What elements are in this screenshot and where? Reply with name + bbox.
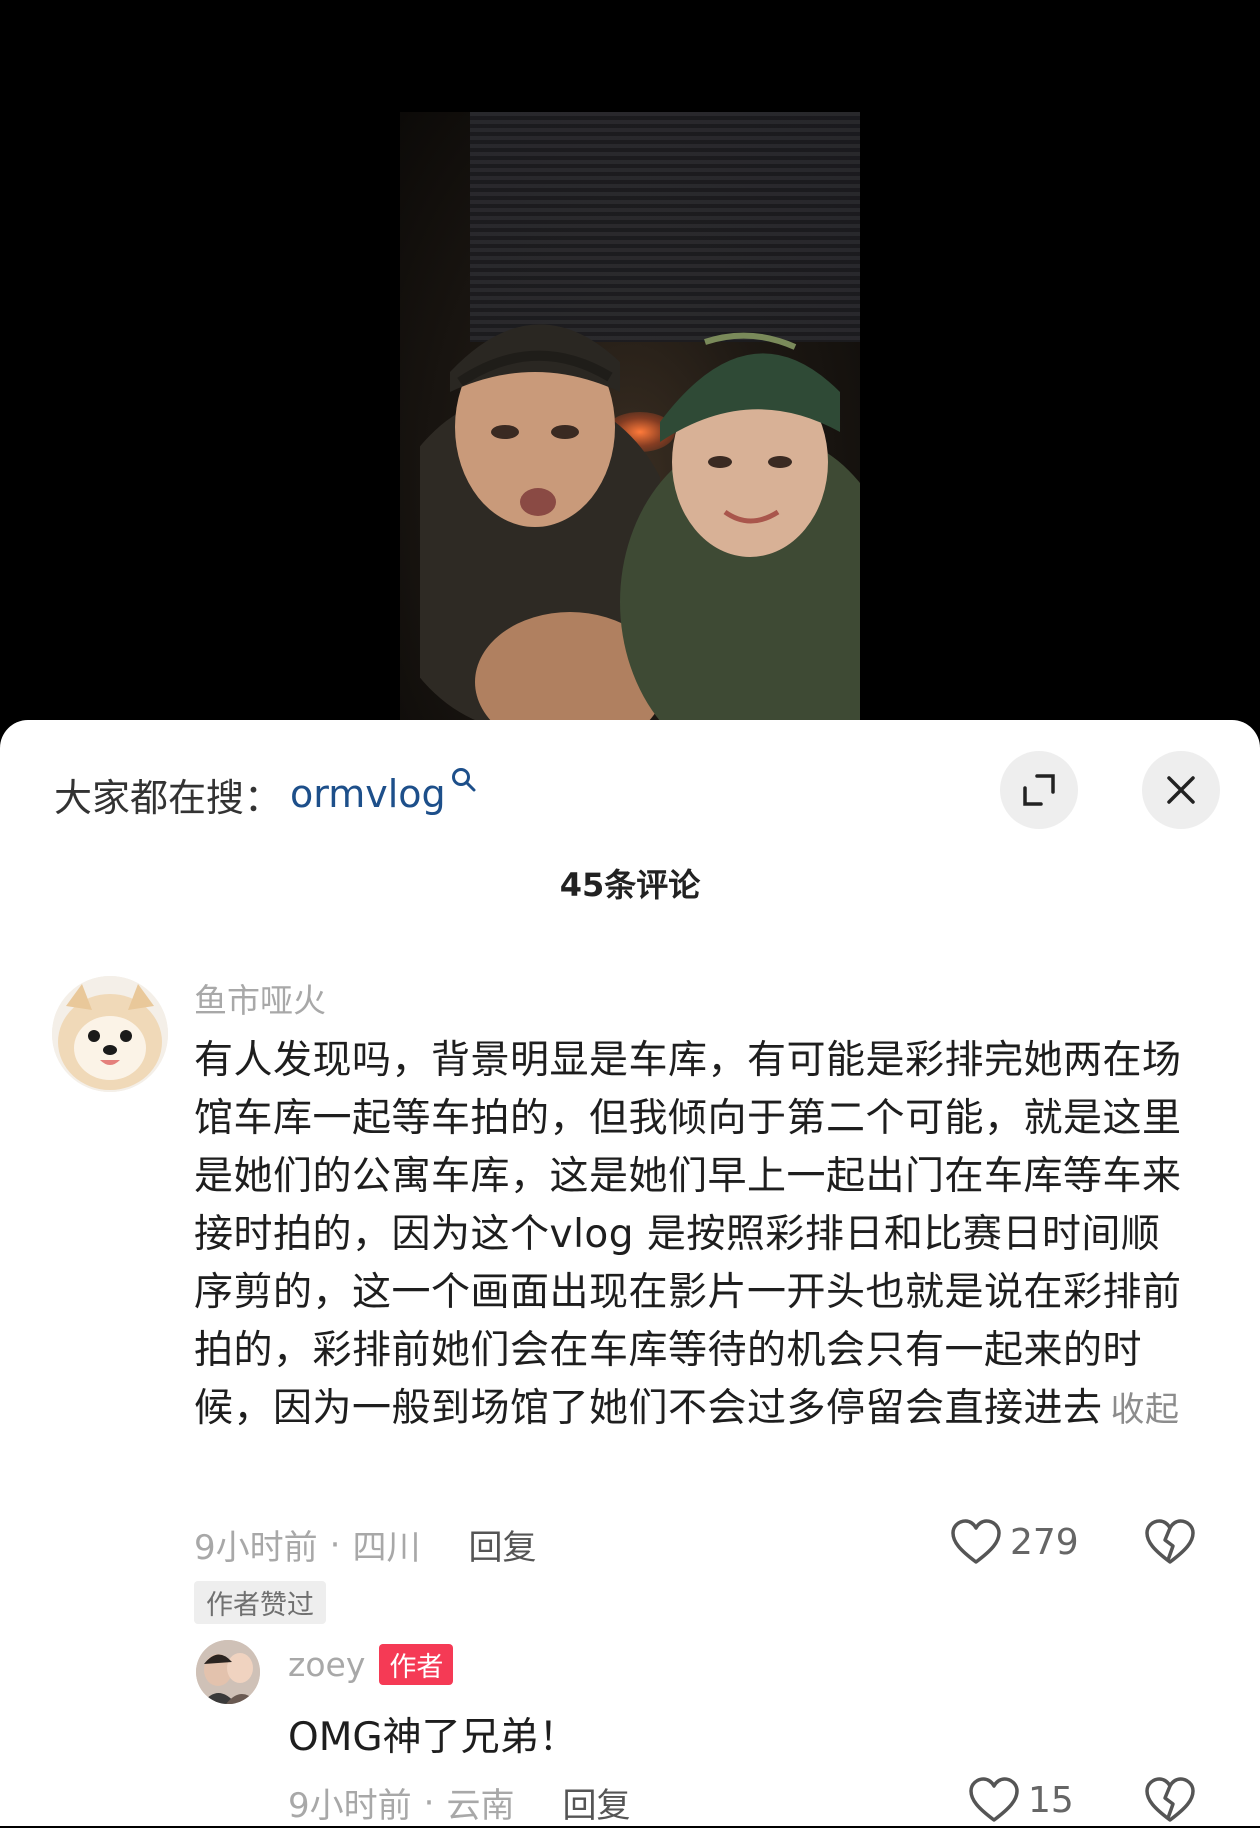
reply-meta: 9小时前 · 云南 回复 — [288, 1778, 630, 1827]
author-liked-badge: 作者赞过 — [194, 1581, 326, 1624]
close-icon — [1167, 776, 1195, 804]
like-count: 279 — [1010, 1521, 1079, 1563]
comment-body: 有人发现吗，背景明显是车库，有可能是彩排完她两在场馆车库一起等车拍的，但我倾向于… — [194, 1032, 1194, 1439]
reply-avatar-image — [196, 1640, 260, 1704]
reply-location: 云南 — [446, 1786, 515, 1826]
meta-separator: · — [423, 1782, 435, 1823]
like-button[interactable]: 279 — [950, 1518, 1079, 1566]
expand-icon — [1023, 774, 1055, 806]
meta-separator: · — [329, 1524, 341, 1565]
video-frame — [400, 112, 860, 722]
dislike-button[interactable] — [1144, 1518, 1196, 1570]
comment-time: 9小时前 — [194, 1528, 318, 1568]
reply-like-count: 15 — [1028, 1779, 1074, 1821]
comment-count-title: 45条评论 — [559, 866, 701, 904]
person-right-image — [620, 332, 860, 722]
reply-username[interactable]: zoey — [288, 1645, 365, 1684]
broken-heart-icon — [1145, 1777, 1195, 1822]
expand-button[interactable] — [1000, 751, 1078, 829]
search-icon[interactable] — [450, 766, 480, 822]
avatar[interactable] — [52, 976, 168, 1092]
comment-text: 有人发现吗，背景明显是车库，有可能是彩排完她两在场馆车库一起等车拍的，但我倾向于… — [194, 1038, 1182, 1431]
comments-sheet: 大家都在搜： ormvlog 45条评论 鱼市哑火 有人发现吗，背景明显是车库，… — [0, 720, 1260, 1826]
broken-heart-icon — [1145, 1519, 1195, 1564]
close-button[interactable] — [1142, 751, 1220, 829]
comment-meta: 9小时前 · 四川 回复 — [194, 1520, 536, 1569]
search-suggestion[interactable]: 大家都在搜： ormvlog — [54, 766, 480, 822]
search-suggestion-label: 大家都在搜： — [54, 775, 283, 820]
reply-button[interactable]: 回复 — [468, 1520, 536, 1569]
video-player[interactable] — [0, 0, 1260, 740]
reply-dislike-button[interactable] — [1144, 1776, 1196, 1828]
comment-username[interactable]: 鱼市哑火 — [194, 974, 326, 1022]
reply-reply-button[interactable]: 回复 — [562, 1778, 630, 1827]
author-badge: 作者 — [379, 1644, 454, 1685]
search-suggestion-term[interactable]: ormvlog — [290, 772, 446, 816]
collapse-link[interactable]: 收起 — [1111, 1390, 1180, 1430]
reply-like-button[interactable]: 15 — [968, 1776, 1074, 1824]
pomeranian-avatar-image — [52, 976, 168, 1092]
reply-time: 9小时前 — [288, 1786, 412, 1826]
reply-username-row: zoey 作者 — [288, 1644, 454, 1685]
reply-avatar[interactable] — [196, 1640, 260, 1704]
heart-icon — [969, 1777, 1019, 1822]
comment-location: 四川 — [352, 1528, 421, 1568]
heart-icon — [951, 1519, 1001, 1564]
reply-text: OMG神了兄弟！ — [288, 1715, 578, 1760]
